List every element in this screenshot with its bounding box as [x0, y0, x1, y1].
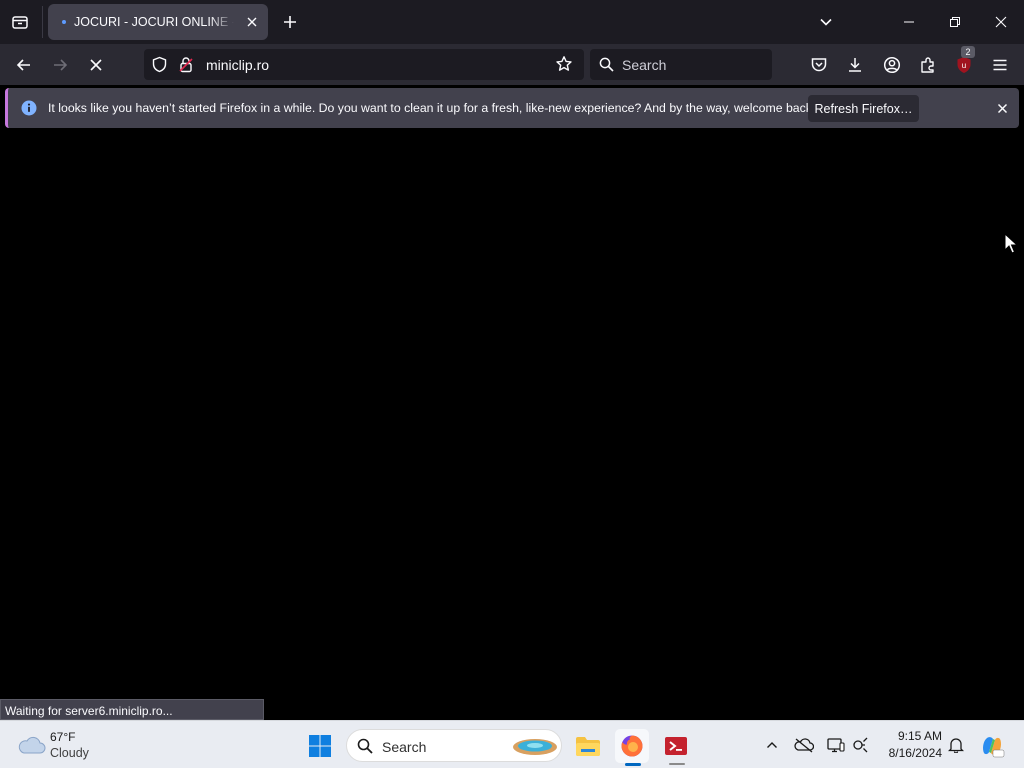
terminal-running-indicator: [669, 763, 685, 765]
search-icon: [599, 57, 614, 72]
tab-list-icon: [12, 16, 28, 29]
url-text: miniclip.ro: [206, 57, 270, 73]
info-icon-wrap: [21, 100, 37, 121]
close-icon: [997, 103, 1007, 113]
restore-icon: [950, 17, 960, 27]
forward-button[interactable]: [47, 52, 73, 78]
new-tab-button[interactable]: [278, 10, 302, 34]
copilot-button[interactable]: [975, 729, 1009, 763]
cloud-icon: [18, 736, 46, 754]
tab-strip: JOCURI - JOCURI ONLINE - WWW.MINICLIP.RO: [0, 0, 1024, 44]
page-content[interactable]: [0, 131, 1024, 720]
tab-active[interactable]: JOCURI - JOCURI ONLINE - WWW.MINICLIP.RO: [48, 4, 268, 40]
chevron-up-icon: [767, 742, 777, 748]
firefox-active-indicator: [625, 763, 641, 766]
forward-arrow-icon: [54, 59, 68, 71]
display-tray-button[interactable]: [826, 735, 846, 755]
mouse-cursor-icon: [1004, 233, 1018, 254]
show-hidden-icons-button[interactable]: [762, 735, 782, 755]
back-arrow-icon: [16, 59, 30, 71]
minimize-button[interactable]: [895, 8, 923, 36]
stop-loading-icon: [90, 59, 102, 71]
network-icon: [853, 737, 868, 753]
display-icon: [827, 738, 845, 753]
app-menu-button[interactable]: [987, 52, 1013, 78]
pocket-icon: [811, 58, 827, 72]
refresh-firefox-button[interactable]: Refresh Firefox…: [808, 95, 919, 122]
clock-date[interactable]: 8/16/2024: [872, 746, 942, 760]
ublock-icon: u: [957, 57, 971, 73]
star-icon: [556, 56, 572, 71]
notification-close-button[interactable]: [994, 100, 1010, 116]
account-icon: [883, 56, 901, 74]
weather-condition: Cloudy: [50, 746, 89, 760]
restore-button[interactable]: [941, 8, 969, 36]
network-tray-button[interactable]: [851, 735, 871, 755]
file-explorer-icon: [576, 737, 600, 756]
notification-message: It looks like you haven’t started Firefo…: [48, 101, 816, 115]
clock-time[interactable]: 9:15 AM: [872, 729, 942, 743]
list-all-tabs-button[interactable]: [812, 8, 840, 36]
tab-close-button[interactable]: [244, 14, 260, 30]
loading-indicator: [62, 20, 66, 24]
info-icon: [21, 100, 37, 116]
stop-button[interactable]: [83, 52, 109, 78]
copilot-icon: [983, 737, 1005, 758]
weather-temperature: 67°F: [50, 730, 76, 744]
search-highlight-icon: [513, 739, 557, 755]
plus-icon: [284, 16, 296, 28]
shield-icon: [152, 56, 167, 73]
start-button[interactable]: [303, 729, 337, 763]
screen: JOCURI - JOCURI ONLINE - WWW.MINICLIP.RO: [0, 0, 1024, 768]
search-bar[interactable]: Search: [590, 49, 772, 80]
download-icon: [849, 58, 861, 72]
firefox-icon: [621, 735, 643, 757]
extensions-button[interactable]: [915, 52, 941, 78]
close-window-button[interactable]: [987, 8, 1015, 36]
windows-start-icon: [309, 735, 331, 757]
navigation-bar: miniclip.ro Search u 2: [0, 44, 1024, 85]
onedrive-icon: [794, 738, 814, 753]
tab-list-button[interactable]: [8, 10, 32, 34]
taskbar: 67°F Cloudy Search 9:15 AM 8/16/2024: [0, 720, 1024, 768]
extensions-icon: [921, 57, 934, 73]
close-icon: [247, 17, 257, 27]
bookmark-button[interactable]: [555, 55, 573, 78]
notification-bar: It looks like you haven’t started Firefo…: [5, 88, 1019, 128]
address-bar[interactable]: miniclip.ro: [144, 49, 584, 80]
tracking-protection-button[interactable]: [151, 56, 168, 78]
weather-widget[interactable]: 67°F Cloudy: [16, 729, 136, 763]
bell-icon: [948, 738, 964, 753]
close-icon: [995, 16, 1007, 28]
terminal-app-button[interactable]: [659, 729, 693, 763]
lock-icon: [179, 57, 193, 73]
back-button[interactable]: [11, 52, 37, 78]
status-panel: Waiting for server6.miniclip.ro...: [0, 699, 264, 720]
tab-divider: [42, 6, 43, 38]
notifications-button[interactable]: [946, 735, 966, 755]
file-explorer-button[interactable]: [571, 729, 605, 763]
svg-text:u: u: [962, 61, 966, 70]
chevron-down-icon: [820, 18, 832, 26]
taskbar-search-placeholder: Search: [382, 739, 427, 755]
extension-badge: 2: [961, 46, 975, 58]
downloads-button[interactable]: [842, 52, 868, 78]
minimize-icon: [904, 21, 914, 23]
account-button[interactable]: [879, 52, 905, 78]
pocket-button[interactable]: [806, 52, 832, 78]
firefox-taskbar-button[interactable]: [615, 729, 649, 763]
search-icon-wrap: [599, 57, 614, 77]
taskbar-search-box[interactable]: Search: [346, 729, 562, 762]
tab-title: JOCURI - JOCURI ONLINE - WWW.MINICLIP.RO: [74, 15, 234, 29]
terminal-app-icon: [665, 737, 687, 755]
menu-icon: [993, 59, 1007, 71]
site-info-button[interactable]: [178, 56, 194, 78]
ublock-extension-button[interactable]: u 2: [951, 46, 977, 78]
search-icon: [357, 738, 373, 754]
onedrive-tray-button[interactable]: [794, 735, 814, 755]
search-placeholder: Search: [622, 57, 667, 73]
